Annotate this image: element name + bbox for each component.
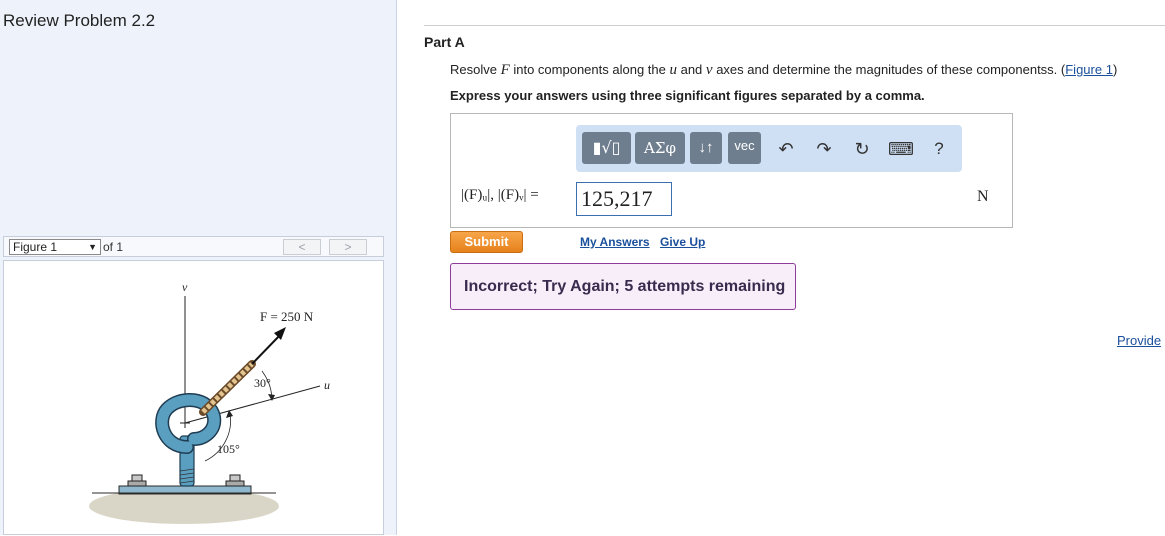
greek-symbols-button[interactable]: ΑΣφ	[635, 132, 685, 164]
keyboard-icon[interactable]: ⌨	[888, 138, 914, 160]
rope	[199, 360, 256, 416]
prompt-text: into components along the	[509, 62, 670, 77]
angle-label-30: 30°	[254, 376, 271, 390]
undo-icon[interactable]: ↶	[775, 138, 797, 160]
answer-instruction: Express your answers using three signifi…	[450, 88, 925, 103]
answer-box: ▮√▯ ΑΣφ ↓↑ vec ↶ ↷ ↻ ⌨ ? |(F)ᵤ|, |(F)ᵥ| …	[450, 113, 1013, 228]
prompt-variable-v: v	[705, 62, 713, 78]
math-toolbar: ▮√▯ ΑΣφ ↓↑ vec ↶ ↷ ↻ ⌨ ?	[576, 125, 962, 172]
chevron-down-icon: ▼	[88, 242, 97, 252]
give-up-link[interactable]: Give Up	[660, 235, 705, 249]
feedback-message: Incorrect; Try Again; 5 attempts remaini…	[450, 263, 796, 310]
prompt-text: axes and determine the magnitudes of the…	[712, 62, 1066, 77]
answer-unit: N	[977, 188, 989, 205]
arrows-button[interactable]: ↓↑	[690, 132, 722, 164]
figure-nav-bar: Figure 1 ▼ of 1 < >	[3, 236, 384, 257]
my-answers-link[interactable]: My Answers	[580, 235, 650, 249]
v-axis-label: v	[182, 280, 188, 294]
figure-select-value: Figure 1	[13, 240, 58, 254]
previous-figure-button[interactable]: <	[283, 239, 321, 255]
answer-label: |(F)ᵤ|, |(F)ᵥ| =	[461, 187, 539, 203]
force-arrow-shaft	[251, 332, 283, 365]
problem-pane: Review Problem 2.2 Figure 1 ▼ of 1 < > v…	[0, 0, 397, 535]
figure-count: of 1	[103, 240, 124, 254]
help-icon[interactable]: ?	[928, 138, 950, 160]
provide-feedback-link[interactable]: Provide	[1117, 333, 1161, 348]
prompt-text: and	[676, 62, 706, 77]
problem-title: Review Problem 2.2	[3, 11, 156, 30]
angle-label-105: 105°	[217, 442, 240, 456]
redo-icon[interactable]: ↷	[813, 138, 835, 160]
part-title: Part A	[424, 34, 465, 50]
figure-select[interactable]: Figure 1 ▼	[9, 239, 101, 255]
question-prompt: Resolve F into components along the u an…	[450, 62, 1117, 79]
figure-link[interactable]: Figure 1	[1065, 62, 1113, 77]
vector-button[interactable]: vec	[728, 132, 761, 164]
prompt-text: Resolve	[450, 62, 501, 77]
part-divider	[424, 25, 1165, 26]
next-figure-button[interactable]: >	[329, 239, 367, 255]
eye-hook-figure: v u F = 250 N 30° 105°	[89, 280, 330, 524]
prompt-variable-F: F	[500, 62, 510, 78]
prompt-variable-u: u	[669, 62, 677, 78]
prompt-text: )	[1112, 62, 1118, 77]
reset-icon[interactable]: ↻	[851, 138, 873, 160]
figure-frame: v u F = 250 N 30° 105°	[3, 260, 384, 535]
submit-button[interactable]: Submit	[450, 231, 523, 253]
templates-button[interactable]: ▮√▯	[582, 132, 631, 164]
u-axis-label: u	[324, 378, 330, 392]
answer-input[interactable]: 125,217	[576, 182, 672, 216]
bolt-right	[225, 474, 245, 487]
force-label: F = 250 N	[260, 309, 314, 324]
bolt-left	[127, 474, 147, 487]
